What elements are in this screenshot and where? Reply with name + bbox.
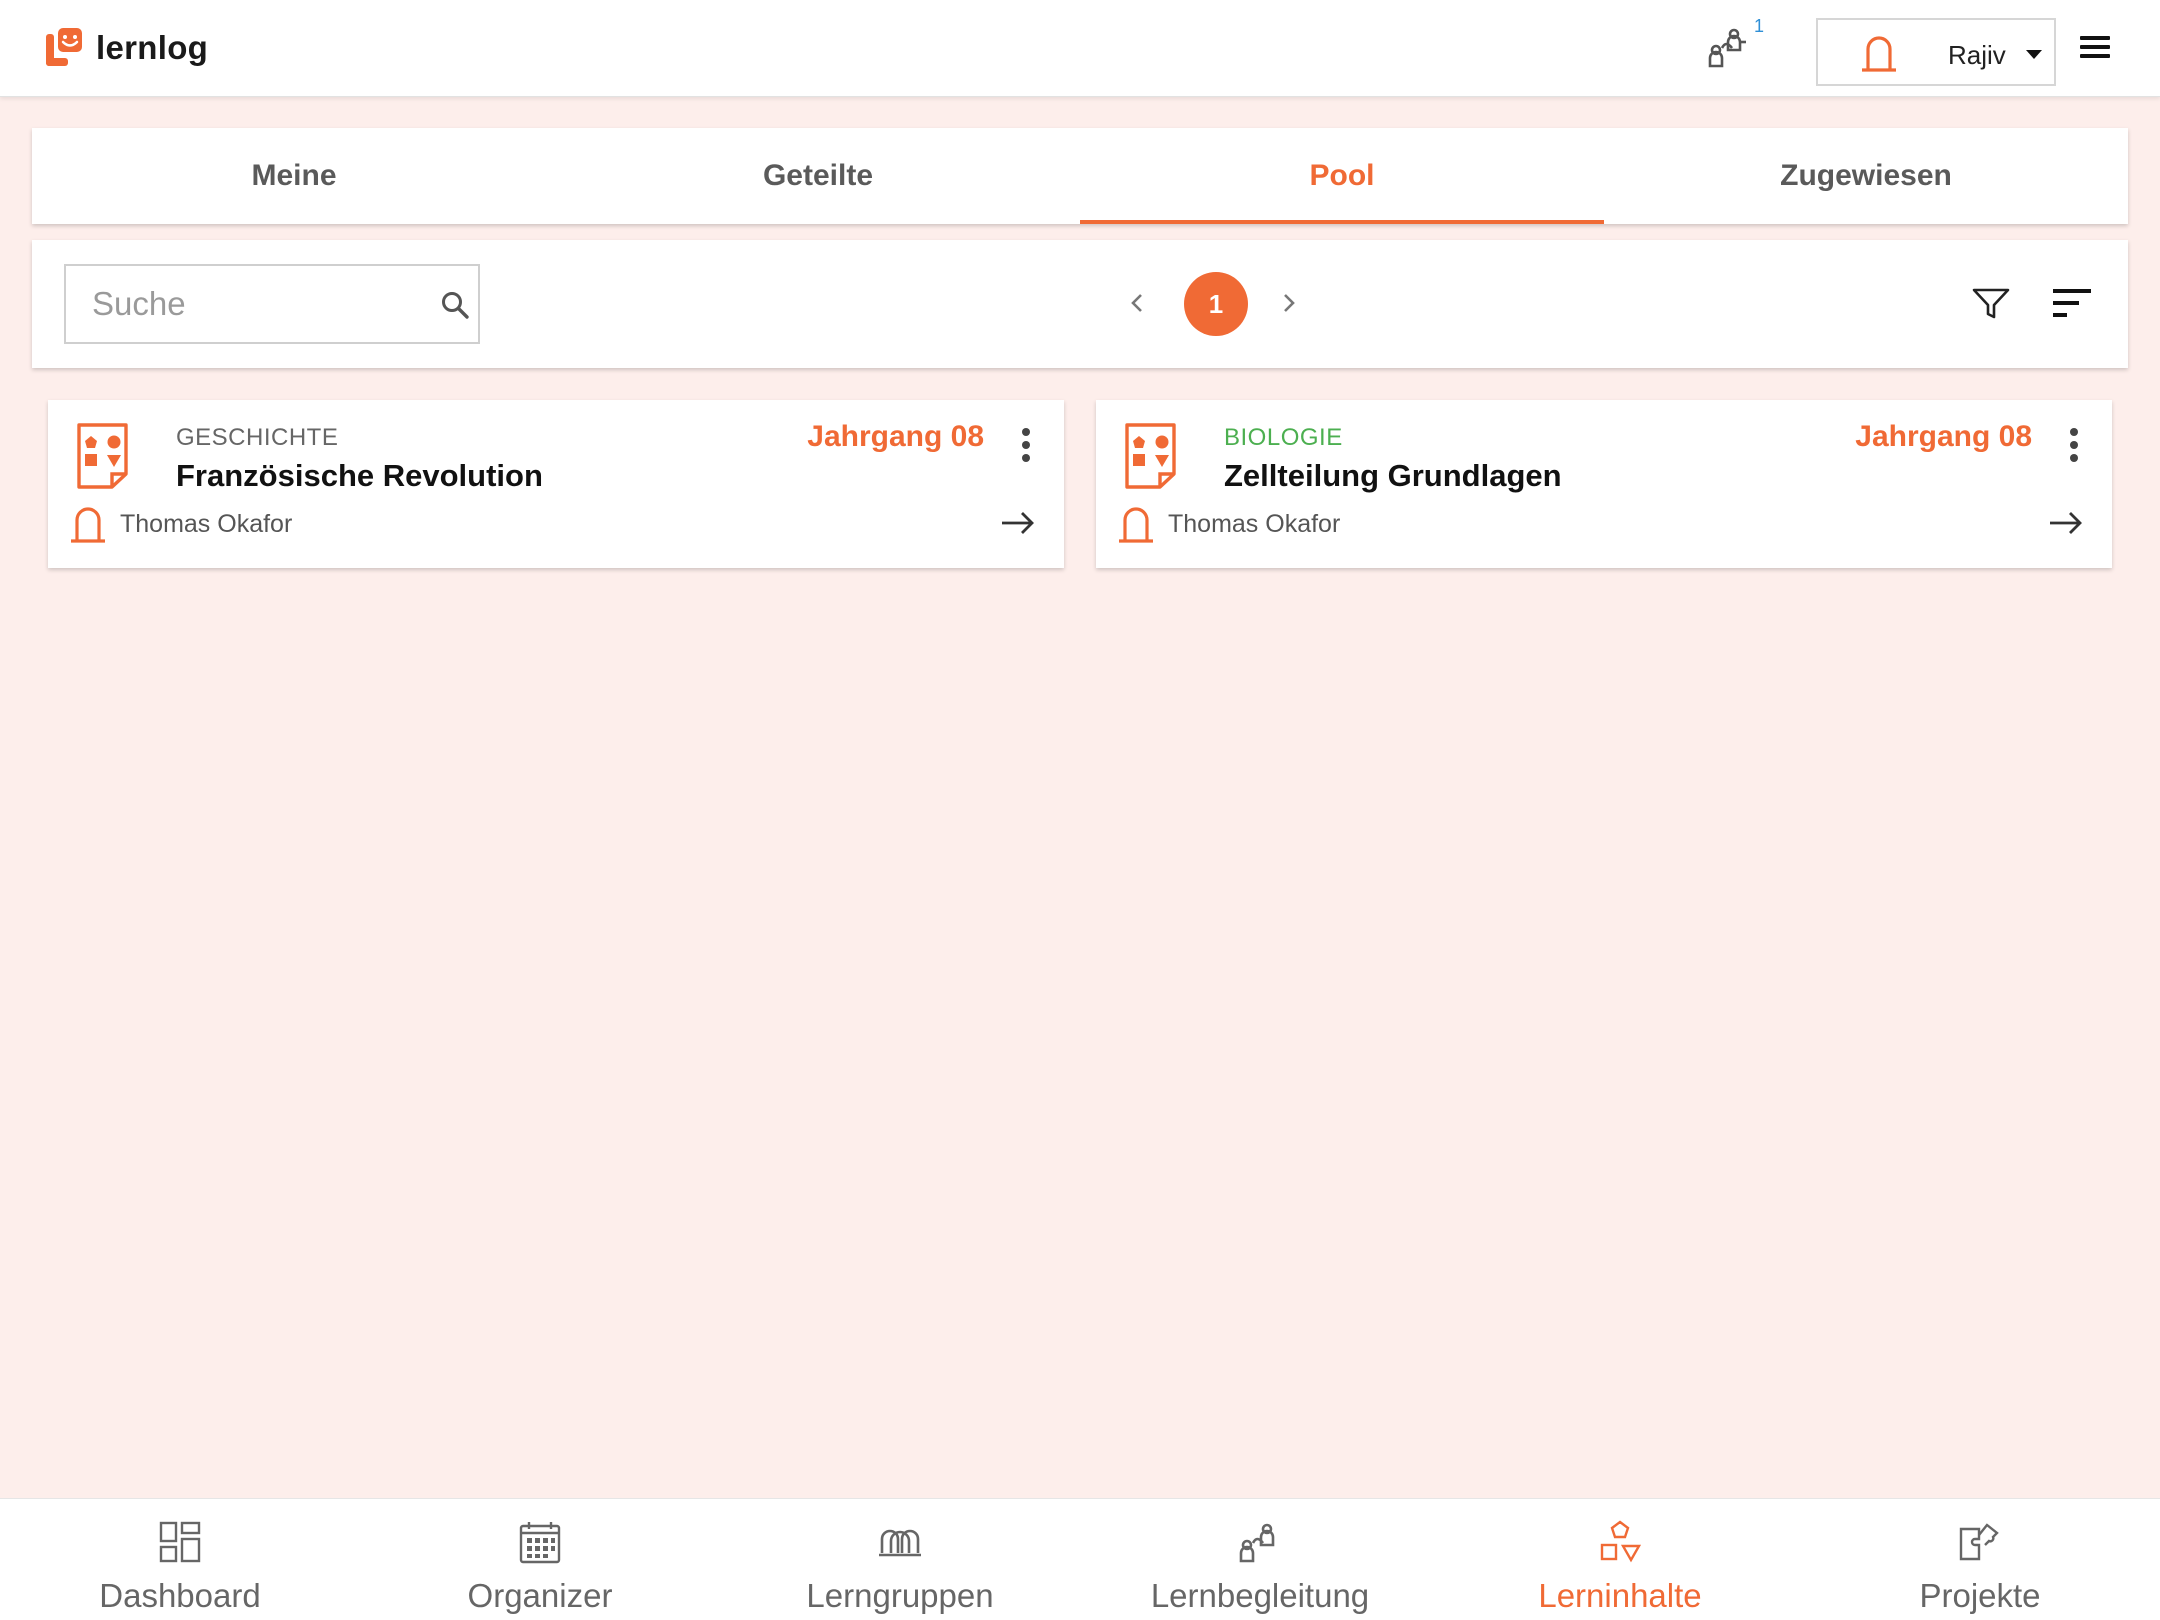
tab-pool[interactable]: Pool bbox=[1080, 128, 1604, 224]
content-tabs: Meine Geteilte Pool Zugewiesen bbox=[32, 128, 2128, 224]
nav-projekte[interactable]: Projekte bbox=[1800, 1499, 2160, 1620]
arrow-right-icon[interactable] bbox=[2048, 510, 2084, 536]
current-page-button[interactable]: 1 bbox=[1184, 272, 1248, 336]
card-author: Thomas Okafor bbox=[120, 510, 293, 538]
group-icon bbox=[879, 1529, 921, 1557]
chevron-right-icon[interactable] bbox=[1274, 288, 1304, 318]
search-box bbox=[64, 264, 480, 344]
user-avatar-icon bbox=[1862, 36, 1896, 72]
nav-label: Lerngruppen bbox=[806, 1577, 994, 1614]
tab-meine[interactable]: Meine bbox=[32, 128, 556, 224]
author-avatar-icon bbox=[1119, 507, 1153, 543]
menu-button[interactable] bbox=[2080, 36, 2110, 60]
card-title: Französische Revolution bbox=[176, 458, 543, 493]
card-subject: GESCHICHTE bbox=[176, 424, 339, 451]
calendar-icon bbox=[519, 1522, 561, 1564]
nav-organizer[interactable]: Organizer bbox=[360, 1499, 720, 1620]
nav-label: Lernbegleitung bbox=[1150, 1577, 1370, 1614]
nav-label: Projekte bbox=[1919, 1577, 2041, 1614]
mentoring-notification-icon bbox=[1708, 28, 1746, 68]
notification-count: 1 bbox=[1753, 16, 1764, 36]
nav-label: Organizer bbox=[467, 1577, 613, 1614]
card-title: Zellteilung Grundlagen bbox=[1224, 458, 1562, 493]
user-dropdown[interactable]: Rajiv bbox=[1816, 18, 2056, 86]
card-author: Thomas Okafor bbox=[1168, 510, 1341, 538]
lernlog-logo-icon bbox=[46, 28, 82, 66]
mentoring-icon bbox=[1239, 1523, 1275, 1563]
more-options-icon[interactable] bbox=[2068, 428, 2080, 464]
app-name: lernlog bbox=[96, 29, 209, 66]
card-grade: Jahrgang 08 bbox=[1855, 420, 2032, 453]
list-toolbar: 1 bbox=[32, 240, 2128, 368]
tab-zugewiesen[interactable]: Zugewiesen bbox=[1604, 128, 2128, 224]
nav-lerninhalte[interactable]: Lerninhalte bbox=[1440, 1499, 1800, 1620]
shapes-icon bbox=[1600, 1520, 1642, 1563]
more-options-icon[interactable] bbox=[1020, 428, 1032, 464]
nav-label: Dashboard bbox=[99, 1577, 261, 1614]
nav-lernbegleitung[interactable]: Lernbegleitung bbox=[1080, 1499, 1440, 1620]
dashboard-icon bbox=[159, 1521, 201, 1563]
chevron-down-icon bbox=[2026, 50, 2042, 59]
content-card[interactable]: GESCHICHTE Französische Revolution Jahrg… bbox=[48, 400, 1064, 568]
arrow-right-icon[interactable] bbox=[1000, 510, 1036, 536]
bottom-navigation: Dashboard Organizer Lerngruppen Lernbegl… bbox=[0, 1498, 2160, 1620]
search-input[interactable] bbox=[66, 266, 406, 342]
search-icon[interactable] bbox=[440, 290, 470, 320]
projects-icon bbox=[1959, 1523, 1999, 1561]
card-grade: Jahrgang 08 bbox=[807, 420, 984, 453]
learning-content-doc-icon bbox=[1125, 423, 1176, 489]
hamburger-icon bbox=[2080, 36, 2110, 40]
learning-content-doc-icon bbox=[77, 423, 128, 489]
tab-geteilte[interactable]: Geteilte bbox=[556, 128, 1080, 224]
card-subject: BIOLOGIE bbox=[1224, 424, 1343, 451]
chevron-left-icon[interactable] bbox=[1122, 288, 1152, 318]
filter-icon[interactable] bbox=[1971, 284, 2011, 324]
top-header: lernlog 1 Rajiv bbox=[0, 0, 2160, 97]
nav-label: Lerninhalte bbox=[1538, 1577, 1702, 1614]
sort-icon[interactable] bbox=[2052, 286, 2092, 320]
author-avatar-icon bbox=[71, 507, 105, 543]
user-name: Rajiv bbox=[1948, 40, 2006, 70]
notification-button[interactable]: 1 bbox=[1704, 16, 1764, 76]
nav-dashboard[interactable]: Dashboard bbox=[0, 1499, 360, 1620]
nav-lerngruppen[interactable]: Lerngruppen bbox=[720, 1499, 1080, 1620]
app-logo[interactable]: lernlog bbox=[46, 28, 208, 68]
content-card[interactable]: BIOLOGIE Zellteilung Grundlagen Jahrgang… bbox=[1096, 400, 2112, 568]
